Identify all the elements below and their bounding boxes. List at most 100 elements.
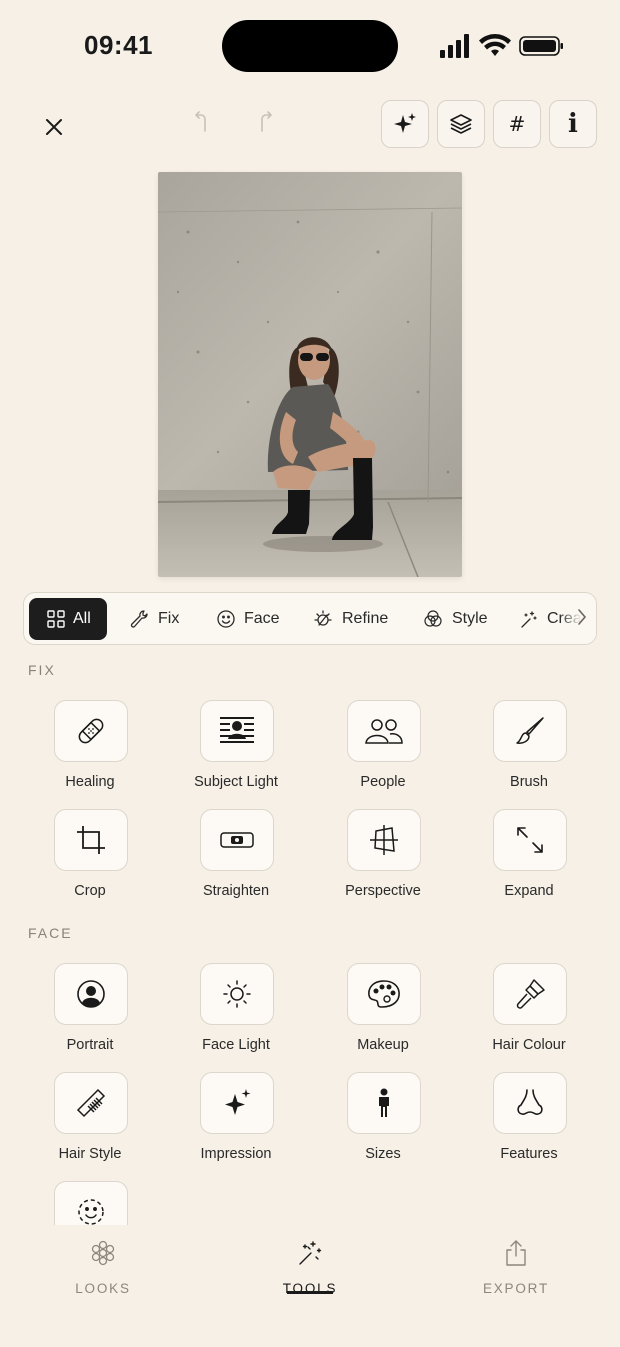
tool-people[interactable]: People	[310, 700, 456, 800]
tool-features[interactable]: Features	[456, 1072, 602, 1172]
sparkle-icon	[225, 1089, 251, 1115]
status-time: 09:41	[84, 30, 153, 60]
tool-label: Straighten	[202, 883, 270, 899]
filter-chip-all[interactable]: All	[29, 598, 107, 640]
tool-straighten[interactable]: Straighten	[163, 809, 309, 909]
expand-icon	[517, 827, 543, 853]
tool-face-light[interactable]: Face Light	[163, 963, 309, 1063]
editor-toolbar: # i	[0, 96, 620, 156]
redo-button[interactable]	[246, 102, 286, 142]
chevron-right-icon[interactable]	[576, 607, 588, 627]
tool-partial[interactable]	[17, 1181, 163, 1225]
magic-wand-icon	[299, 1241, 322, 1265]
tool-tile	[54, 809, 128, 871]
tool-label: Face Light	[202, 1037, 270, 1053]
filter-chip-label: All	[73, 610, 91, 627]
tool-label: Makeup	[357, 1037, 409, 1053]
tab-looks[interactable]: LOOKS	[43, 1239, 163, 1309]
ai-enhance-button[interactable]	[381, 100, 429, 148]
grid-icon	[47, 610, 65, 628]
circles-icon	[424, 610, 442, 627]
tool-tile	[493, 700, 567, 762]
battery-icon	[519, 36, 563, 56]
magic-wand-icon	[521, 611, 537, 628]
tool-tile	[347, 809, 421, 871]
level-icon	[220, 832, 254, 848]
tab-label: TOOLS	[282, 1281, 338, 1296]
tool-crop[interactable]: Crop	[17, 809, 163, 909]
tool-tile	[347, 963, 421, 1025]
tool-brush[interactable]: Brush	[456, 700, 602, 800]
tool-label: Crop	[74, 883, 106, 899]
tool-tile	[493, 963, 567, 1025]
redo-icon	[261, 111, 272, 132]
tool-healing[interactable]: Healing	[17, 700, 163, 800]
people-icon	[365, 719, 403, 744]
tool-label: Subject Light	[194, 774, 278, 790]
tool-hair-style[interactable]: Hair Style	[17, 1072, 163, 1172]
filter-chip-label: Style	[452, 610, 488, 627]
tool-tile	[54, 1181, 128, 1225]
subject-light-icon	[220, 717, 254, 743]
flower-icon	[91, 1240, 115, 1266]
filter-chip-face[interactable]: Face	[206, 598, 290, 640]
portrait-icon	[77, 980, 105, 1008]
grid-button[interactable]: #	[493, 100, 541, 148]
active-tab-indicator	[287, 1291, 333, 1294]
filter-chip-refine[interactable]: Refine	[302, 598, 398, 640]
wifi-icon	[479, 34, 511, 56]
tool-tile	[200, 809, 274, 871]
tool-label: Brush	[510, 774, 548, 790]
section-title-face: FACE	[28, 925, 73, 941]
tab-label: EXPORT	[482, 1281, 550, 1296]
tool-label: Sizes	[365, 1146, 401, 1162]
section-title-fix: FIX	[28, 662, 56, 678]
wrench-icon	[130, 610, 148, 628]
undo-button[interactable]	[181, 102, 221, 142]
tool-label: Impression	[200, 1146, 272, 1162]
tool-tile	[200, 963, 274, 1025]
tool-tile	[200, 700, 274, 762]
layers-button[interactable]	[437, 100, 485, 148]
smile-icon	[217, 610, 235, 628]
sun-icon	[314, 610, 332, 626]
tool-tile	[54, 1072, 128, 1134]
status-icons	[440, 34, 563, 58]
tool-label: Expand	[504, 883, 554, 899]
tab-export[interactable]: EXPORT	[456, 1239, 576, 1309]
perspective-icon	[370, 825, 398, 855]
info-icon: i	[568, 109, 578, 139]
tool-makeup[interactable]: Makeup	[310, 963, 456, 1063]
tool-tile	[347, 1072, 421, 1134]
tool-perspective[interactable]: Perspective	[310, 809, 456, 909]
tool-tile	[493, 1072, 567, 1134]
tool-sizes[interactable]: Sizes	[310, 1072, 456, 1172]
tool-expand[interactable]: Expand	[456, 809, 602, 909]
photo-canvas[interactable]	[158, 172, 462, 577]
tool-tile	[54, 700, 128, 762]
edited-photo	[158, 172, 462, 577]
filter-chip-style[interactable]: Style	[412, 598, 498, 640]
tool-subject-light[interactable]: Subject Light	[163, 700, 309, 800]
tab-label: LOOKS	[75, 1281, 131, 1296]
tool-impression[interactable]: Impression	[163, 1072, 309, 1172]
crop-icon	[77, 826, 105, 854]
filter-chip-fix[interactable]: Fix	[120, 598, 189, 640]
tab-tools[interactable]: TOOLS	[250, 1239, 370, 1309]
tool-hair-colour[interactable]: Hair Colour	[456, 963, 602, 1063]
brush-icon	[516, 717, 544, 744]
share-icon	[506, 1240, 526, 1266]
dynamic-island	[222, 20, 398, 72]
tool-label: Features	[500, 1146, 558, 1162]
close-icon	[46, 119, 62, 135]
filter-chip-label: Face	[244, 610, 280, 627]
tool-label: Portrait	[66, 1037, 114, 1053]
status-bar: 09:41	[0, 0, 620, 90]
filter-chip-label: Refine	[342, 610, 389, 627]
bandage-icon	[78, 718, 104, 744]
info-button[interactable]: i	[549, 100, 597, 148]
tool-portrait[interactable]: Portrait	[17, 963, 163, 1063]
close-button[interactable]	[34, 107, 74, 147]
tool-label: Hair Style	[58, 1146, 122, 1162]
grid-hash-icon: #	[508, 112, 526, 136]
